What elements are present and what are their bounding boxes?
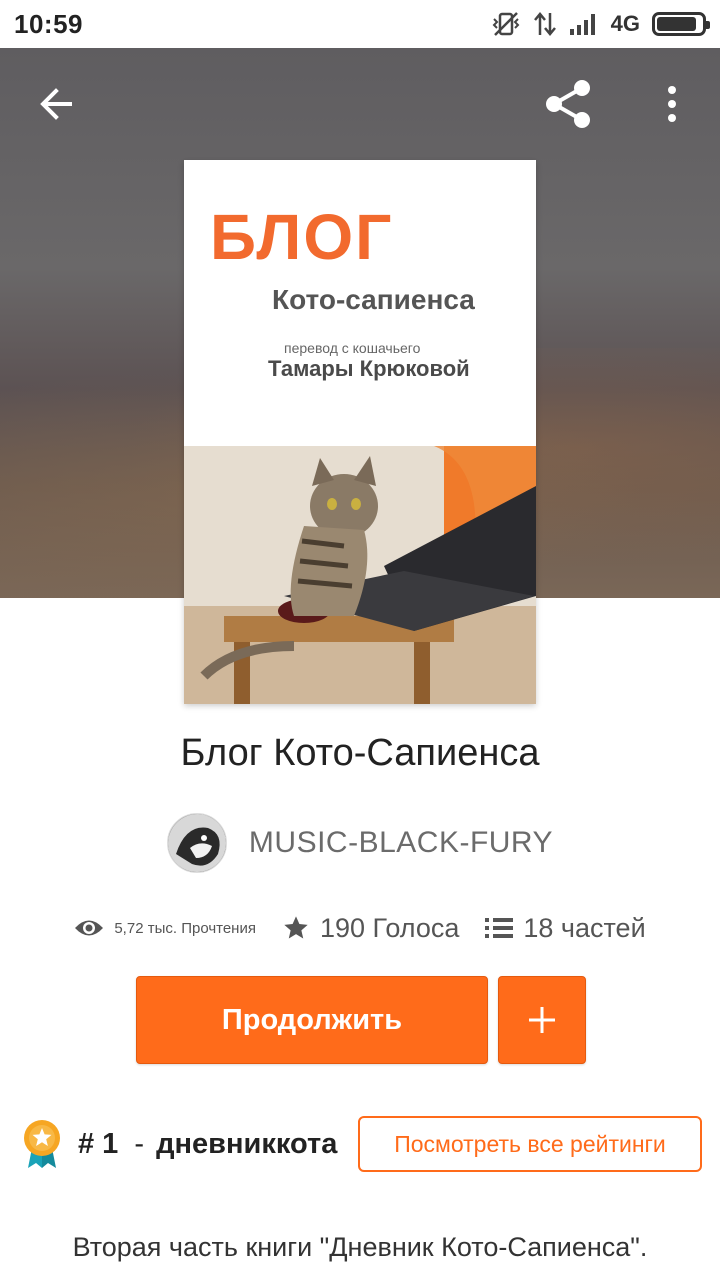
more-options-button[interactable] [642,74,702,134]
back-arrow-icon [40,88,72,120]
network-type: 4G [610,11,640,36]
vibrate-off-icon [492,12,520,36]
rank-separator: - [134,1127,145,1160]
status-time: 10:59 [14,8,83,39]
parts-stat: 18 частей [485,912,646,944]
cover-subtitle: Кото-сапиенса [272,284,475,315]
ranking-label[interactable]: # 1 - дневниккота [78,1128,337,1161]
battery-icon [652,12,710,36]
status-icons: 4G [491,11,710,37]
reads-count: 5,72 тыс. Прочтения [114,919,256,937]
back-button[interactable] [26,74,86,134]
battery-level [657,17,697,31]
votes-stat: 190 Голоса [282,913,459,944]
top-bar [0,48,720,160]
status-bar: 10:59 4G [0,0,720,48]
author-avatar[interactable] [166,813,227,873]
cover-title: БЛОГ [210,201,394,273]
signal-icon [569,14,595,35]
continue-reading-button[interactable]: Продолжить [136,976,488,1064]
cat-laptop-illustration [184,446,536,704]
cover-photo [184,446,536,704]
share-button[interactable] [538,74,598,134]
more-vert-icon [668,86,676,122]
story-stats: 5,72 тыс. Прочтения 190 Голоса 18 частей [0,905,720,951]
parts-count: 18 частей [523,912,646,943]
plus-icon [529,1007,555,1033]
action-buttons: Продолжить [136,976,586,1064]
eye-icon [75,920,104,936]
cover-translation-note: перевод с кошачьего [284,340,421,356]
view-all-rankings-button[interactable]: Посмотреть все рейтинги [358,1116,702,1172]
share-icon [546,80,590,128]
medal-icon [24,1120,60,1168]
add-to-library-button[interactable] [498,976,586,1064]
data-transfer-icon [533,12,556,36]
votes-count: 190 Голоса [319,912,460,943]
book-cover[interactable]: БЛОГ Кото-сапиенса перевод с кошачьего Т… [184,160,536,704]
author-name[interactable]: MUSIC-BLACK-FURY [249,826,553,860]
avatar-image [167,814,226,872]
list-icon [485,918,514,938]
star-icon [284,916,308,939]
rank-number: # 1 [78,1127,119,1160]
author-row[interactable]: MUSIC-BLACK-FURY [0,812,720,874]
story-description: Вторая часть книги "Дневник Кото-Сапиенс… [72,1232,648,1262]
reads-stat: 5,72 тыс. Прочтения [74,917,256,939]
rank-tag: дневниккота [156,1127,338,1160]
cover-author: Тамары Крюковой [268,356,470,381]
story-title: Блог Кото-Сапиенса [180,732,540,774]
ranking-row: # 1 - дневниккота Посмотреть все рейтинг… [22,1116,702,1172]
